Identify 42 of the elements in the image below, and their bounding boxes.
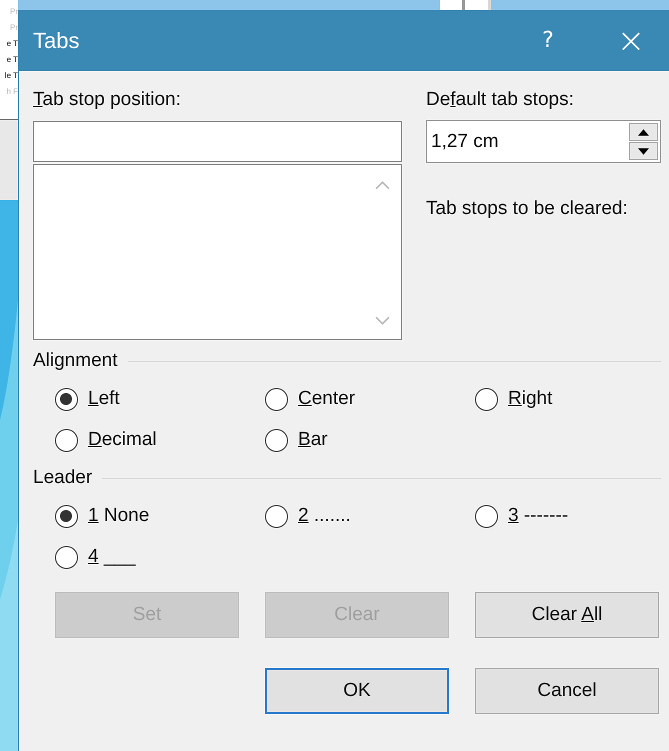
spin-up-button[interactable]: [629, 123, 658, 141]
help-button[interactable]: ?: [533, 28, 563, 53]
triangle-up-icon: [638, 128, 649, 136]
close-button[interactable]: ×: [613, 20, 649, 60]
option-label[interactable]: 2 .......: [298, 505, 351, 527]
option-label[interactable]: Center: [298, 388, 356, 410]
radio-button[interactable]: [265, 504, 288, 528]
ok-button[interactable]: OK: [265, 668, 449, 714]
text-fragment: h F: [6, 86, 18, 98]
option-label[interactable]: 3 -------: [508, 505, 568, 527]
action-button[interactable]: Clear All: [475, 592, 659, 638]
input-field[interactable]: 1,27 cm: [427, 121, 627, 162]
radio-button[interactable]: [55, 546, 78, 568]
option-label[interactable]: Decimal: [88, 429, 157, 451]
spin-down-button[interactable]: [629, 142, 658, 160]
group-label: Leader: [33, 467, 92, 489]
option-label[interactable]: Bar: [298, 429, 328, 451]
radio-button[interactable]: [265, 388, 288, 410]
cancel-button[interactable]: Cancel: [475, 668, 659, 714]
option-label[interactable]: Right: [508, 388, 552, 410]
option-label[interactable]: 4 ___: [88, 546, 136, 568]
triangle-down-icon: [638, 148, 649, 154]
input-field[interactable]: [33, 121, 402, 162]
option-label[interactable]: Left: [88, 388, 120, 410]
radio-button[interactable]: [475, 388, 498, 410]
text-fragment: le T: [4, 70, 18, 82]
field-label: Default tab stops:: [426, 88, 575, 112]
radio-button[interactable]: [55, 504, 78, 528]
window-title: Tabs: [33, 28, 80, 54]
option-label[interactable]: 1 None: [88, 505, 150, 527]
radio-button[interactable]: [55, 428, 78, 452]
field-label: Tab stop position:: [33, 88, 182, 112]
radio-button[interactable]: [55, 388, 78, 410]
text-fragment: Pr: [10, 6, 18, 18]
text-fragment: Pr: [10, 22, 18, 34]
radio-button[interactable]: [475, 504, 498, 528]
group-label: Alignment: [33, 350, 118, 372]
field-label: Tab stops to be cleared:: [426, 197, 629, 221]
radio-button[interactable]: [265, 428, 288, 452]
spin-box[interactable]: 1,27 cm: [426, 120, 661, 163]
text-fragment: e T: [6, 38, 18, 50]
text-fragment: e T: [6, 54, 18, 66]
